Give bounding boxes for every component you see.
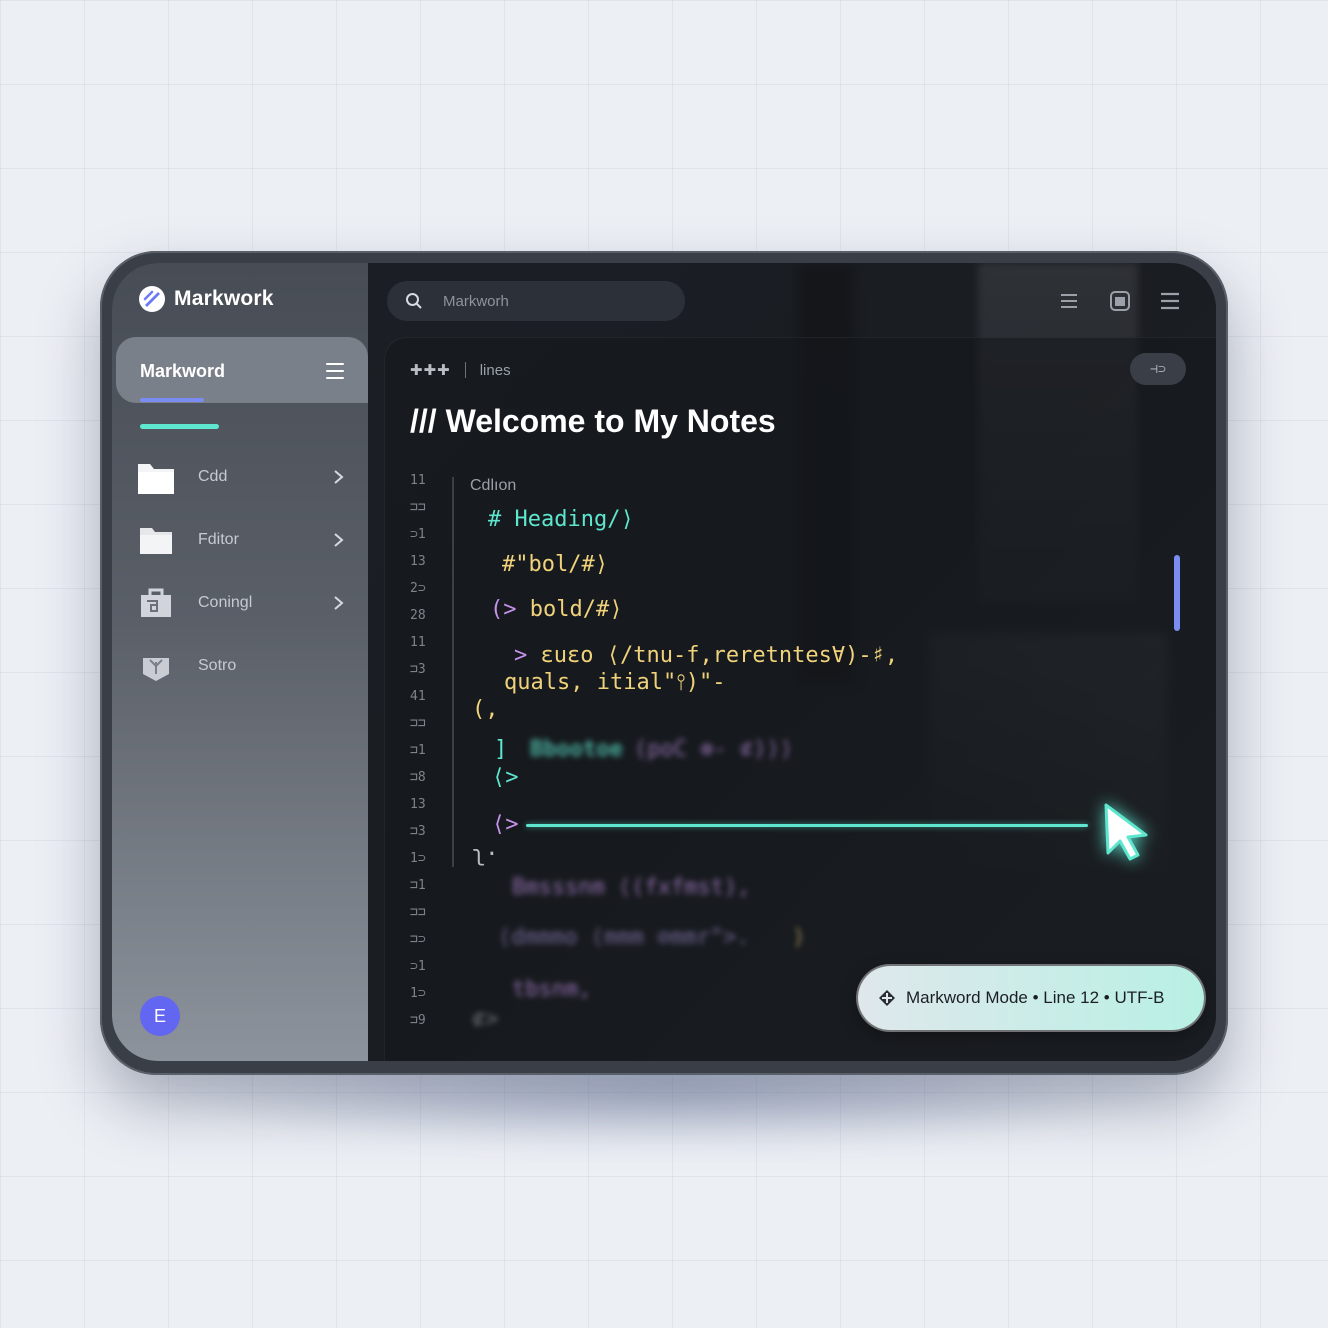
- sidebar-item-fditor[interactable]: Fditor: [136, 518, 348, 562]
- line-number: 13: [410, 797, 426, 812]
- sidebar-header[interactable]: Markword: [116, 337, 368, 403]
- code-line: tbsnm,: [512, 977, 592, 1002]
- menu-icon[interactable]: [326, 363, 344, 379]
- app-window: Markwork Markword Cdd Fditor Coningl Sot…: [112, 263, 1216, 1061]
- code-token: bold/#⟩: [516, 597, 623, 622]
- toolbar-divider: [464, 362, 466, 378]
- code-line: ⟩: [792, 925, 806, 950]
- sidebar-item-coningl[interactable]: Coningl: [136, 581, 348, 625]
- sidebar-item-label: Sotro: [198, 657, 237, 674]
- document-title: /// Welcome to My Notes: [410, 403, 776, 439]
- status-text: Markword Mode • Line 12 • UTF-B: [906, 988, 1165, 1007]
- line-number: 28: [410, 608, 426, 623]
- search-icon: [406, 293, 422, 309]
- code-line: > ɛuɛo ⟨/tnu-f,reretntes∀)-♯,: [514, 643, 898, 668]
- line-number: 13: [410, 554, 426, 569]
- code-line: #"bol/#⟩: [502, 552, 608, 577]
- file-icon: [136, 520, 176, 560]
- code-token: >: [514, 643, 541, 668]
- line-number: 41: [410, 689, 426, 704]
- editor-toggle[interactable]: ⊣⊃: [1130, 353, 1186, 385]
- sidebar-header-underline: [140, 398, 204, 402]
- code-line: # Heading/⟩: [488, 507, 634, 532]
- folder-icon: [136, 457, 176, 497]
- code-token: ɛuɛo ⟨/tnu-f,reretntes∀)-♯,: [540, 643, 899, 668]
- pointer-icon: [1104, 803, 1148, 861]
- sidebar: Markwork Markword Cdd Fditor Coningl Sot…: [112, 263, 368, 1061]
- sidebar-item-label: Fditor: [198, 531, 239, 548]
- plant-icon: [136, 646, 176, 686]
- window-icon[interactable]: [1109, 290, 1131, 312]
- line-number: 11: [410, 473, 426, 488]
- search-bar[interactable]: [387, 281, 685, 321]
- code-line: (> bold/#⟩: [490, 597, 622, 622]
- code-token: (>: [490, 597, 517, 622]
- code-line: ]: [494, 737, 507, 762]
- editor-toolbar: ✚✚✚ lines: [410, 361, 511, 380]
- line-number: 1⊃: [410, 851, 426, 866]
- line-number: ⊐⊐: [410, 905, 426, 920]
- chevron-right-icon: [334, 596, 344, 610]
- code-token: Bbootoe: [530, 737, 623, 762]
- plus-diamond-icon: [879, 990, 895, 1006]
- code-line: (,: [472, 697, 499, 722]
- sidebar-accent-bar: [140, 424, 219, 429]
- line-number: ⊐⊃: [410, 932, 426, 947]
- bag-icon: [136, 583, 176, 623]
- code-line: ⟨dmmmo ⟨mmm ⊘mmr">.: [498, 925, 750, 950]
- editor-panel: ✚✚✚ lines ⊣⊃ /// Welcome to My Notes 11 …: [384, 337, 1216, 1061]
- line-number: ⊐1: [410, 878, 426, 893]
- toolbar-label[interactable]: lines: [480, 362, 511, 379]
- line-number: ⊐1: [410, 743, 426, 758]
- code-line: Cdlıon: [470, 477, 517, 494]
- search-input[interactable]: [441, 291, 665, 311]
- sidebar-item-sotro[interactable]: Sotro: [136, 644, 348, 688]
- line-number: ⊐⊐: [410, 716, 426, 731]
- sidebar-item-label: Cdd: [198, 468, 228, 485]
- app-name: Markwork: [174, 287, 274, 310]
- line-number: ⊐⊐: [410, 500, 426, 515]
- code-line: quals, itial"⫯)"-: [504, 670, 726, 695]
- code-token: ]: [494, 737, 508, 762]
- line-number: ⊐3: [410, 824, 426, 839]
- code-token: (poC ⊕- ⊄)⟩⟩: [634, 737, 793, 762]
- line-number: ⊐3: [410, 662, 426, 677]
- cursor-highlight-line: [526, 824, 1088, 827]
- menu-icon[interactable]: [1159, 290, 1181, 312]
- code-line: ⊄>: [472, 1007, 499, 1032]
- main-area: ✚✚✚ lines ⊣⊃ /// Welcome to My Notes 11 …: [368, 263, 1216, 1061]
- gutter-divider: [452, 477, 454, 867]
- line-number: ⊐8: [410, 770, 426, 785]
- scrollbar-thumb[interactable]: [1174, 555, 1180, 631]
- line-number: 1⊃: [410, 986, 426, 1001]
- line-number: ⊃1: [410, 527, 426, 542]
- sidebar-item-label: Coningl: [198, 594, 253, 611]
- sidebar-header-label: Markword: [140, 361, 226, 381]
- brand[interactable]: Markwork: [138, 285, 274, 313]
- chevron-right-icon: [334, 533, 344, 547]
- line-numbers: 11 ⊐⊐ ⊃1 13 2⊃ 28 11 ⊐3 41 ⊐⊐ ⊐1 ⊐8 13 ⊐…: [410, 467, 450, 1034]
- sidebar-item-cdd[interactable]: Cdd: [136, 455, 348, 499]
- code-line: ʅ·: [472, 842, 499, 867]
- code-line: Bmsssnm ⟨(fxfmst),: [512, 875, 751, 900]
- line-number: 2⊃: [410, 581, 426, 596]
- line-number: 11: [410, 635, 426, 650]
- line-number: ⊃1: [410, 959, 426, 974]
- markwork-logo-icon: [139, 286, 165, 312]
- status-pill[interactable]: Markword Mode • Line 12 • UTF-B: [858, 966, 1204, 1030]
- code-line: ⟨>: [492, 812, 519, 837]
- format-icons[interactable]: ✚✚✚: [410, 361, 451, 379]
- list-icon[interactable]: [1058, 290, 1080, 312]
- line-number: ⊐9: [410, 1013, 426, 1028]
- code-line: ⟨>: [492, 765, 519, 790]
- chevron-right-icon: [334, 470, 344, 484]
- avatar[interactable]: E: [140, 996, 180, 1036]
